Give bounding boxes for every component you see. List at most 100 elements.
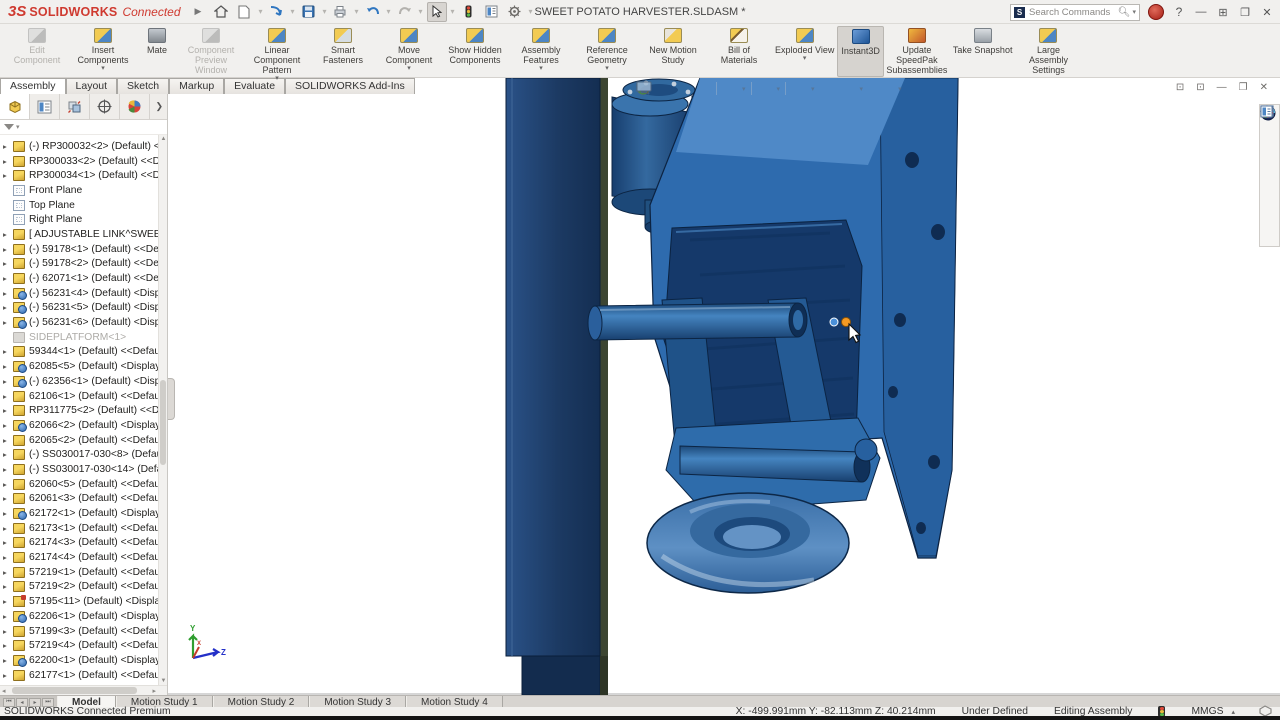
- tab-dimxpertmanager[interactable]: [90, 94, 120, 119]
- doc-restore-icon[interactable]: ❐: [1239, 82, 1248, 93]
- chevron-down-icon[interactable]: ▾: [354, 7, 358, 16]
- command-tab[interactable]: Markup: [169, 78, 224, 94]
- tree-item[interactable]: ▸ 57199<3> (Default) <<Default>_Di: [0, 624, 158, 639]
- tree-item[interactable]: ▸ 62177<1> (Default) <<Default>_Di: [0, 668, 158, 683]
- tree-item[interactable]: ▸ 62174<3> (Default) <<Default>_Di: [0, 536, 158, 551]
- ribbon-button[interactable]: Update SpeedPak Subassemblies: [884, 26, 950, 77]
- expand-arrow-icon[interactable]: ▸: [3, 274, 13, 283]
- doc-minimize-icon[interactable]: —: [1217, 82, 1227, 93]
- expand-arrow-icon[interactable]: ▸: [3, 671, 13, 680]
- tree-item[interactable]: ▸ (-) 59178<1> (Default) <<Default>: [0, 242, 158, 257]
- search-icon[interactable]: 🔍︎: [1118, 7, 1131, 18]
- ribbon-button[interactable]: Insert Components ▾: [70, 26, 136, 77]
- expand-arrow-icon[interactable]: ▸: [3, 406, 13, 415]
- expand-arrow-icon[interactable]: ▸: [3, 465, 13, 474]
- scroll-right-icon[interactable]: ▸: [152, 687, 156, 695]
- tree-item[interactable]: ▸ 57195<11> (Default) <Display Stat: [0, 594, 158, 609]
- expand-arrow-icon[interactable]: ▸: [3, 289, 13, 298]
- select-tool-icon[interactable]: [427, 2, 447, 22]
- chevron-down-icon[interactable]: ▾: [419, 7, 423, 16]
- chevron-down-icon[interactable]: ▾: [811, 85, 815, 93]
- tree-item[interactable]: ▸ (-) SS030017-030<14> (Default) <<: [0, 462, 158, 477]
- tree-item[interactable]: ▸ 62206<1> (Default) <Display State-: [0, 609, 158, 624]
- tree-item[interactable]: ▸ 62060<5> (Default) <<Default>_Di: [0, 477, 158, 492]
- help-icon[interactable]: ?: [1172, 5, 1186, 19]
- expand-arrow-icon[interactable]: ▸: [3, 318, 13, 327]
- expand-arrow-icon[interactable]: ▸: [3, 362, 13, 371]
- command-tab[interactable]: Layout: [66, 78, 118, 94]
- expand-arrow-icon[interactable]: ▸: [3, 627, 13, 636]
- expand-arrow-icon[interactable]: ▸: [3, 494, 13, 503]
- appearances-icon[interactable]: [1261, 207, 1278, 224]
- doc-pane2-icon[interactable]: ⊡: [1196, 82, 1204, 93]
- tree-item[interactable]: ▸ [ ADJUSTABLE LINK^SWEET POTAT: [0, 227, 158, 242]
- custom-properties-icon[interactable]: [1261, 227, 1278, 244]
- print-icon[interactable]: [330, 2, 350, 22]
- ribbon-button[interactable]: Move Component ▾: [376, 26, 442, 77]
- expand-arrow-icon[interactable]: ▸: [3, 392, 13, 401]
- ribbon-button[interactable]: Show Hidden Components: [442, 26, 508, 77]
- expand-arrow-icon[interactable]: ▸: [3, 509, 13, 518]
- apply-scene-icon[interactable]: [840, 81, 855, 96]
- brand-expand-icon[interactable]: ▶: [195, 6, 202, 17]
- chevron-down-icon[interactable]: ▾: [322, 7, 326, 16]
- tree-filter-row[interactable]: ▾: [0, 120, 167, 135]
- tree-item[interactable]: ▸ 57219<2> (Default) <<Default>_Di: [0, 580, 158, 595]
- ribbon-button[interactable]: Smart Fasteners: [310, 26, 376, 77]
- expand-arrow-icon[interactable]: ▸: [3, 421, 13, 430]
- expand-arrow-icon[interactable]: ▸: [3, 582, 13, 591]
- search-commands-box[interactable]: S Search Commands 🔍︎ ▾: [1010, 4, 1140, 21]
- scrollbar-thumb[interactable]: [160, 380, 166, 465]
- expand-arrow-icon[interactable]: ▸: [3, 157, 13, 166]
- command-tab[interactable]: SOLIDWORKS Add-Ins: [285, 78, 415, 94]
- chevron-down-icon[interactable]: ▾: [539, 65, 543, 72]
- chevron-down-icon[interactable]: ▾: [275, 75, 279, 82]
- chevron-down-icon[interactable]: ▾: [742, 85, 746, 93]
- tree-item[interactable]: ▸ (-) 59178<2> (Default) <<Default>: [0, 257, 158, 272]
- file-properties-icon[interactable]: [482, 2, 502, 22]
- expand-arrow-icon[interactable]: ▸: [3, 597, 13, 606]
- display-style-icon[interactable]: [757, 81, 772, 96]
- chevron-up-icon[interactable]: ▴: [1231, 708, 1235, 716]
- tree-item[interactable]: ▸ (-) 62356<1> (Default) <Display Sta: [0, 374, 158, 389]
- close-button[interactable]: ✕: [1260, 6, 1274, 19]
- redo-icon[interactable]: [395, 2, 415, 22]
- tree-item[interactable]: ▸ 62065<2> (Default) <<Default>_Di: [0, 433, 158, 448]
- save-icon[interactable]: [298, 2, 318, 22]
- expand-arrow-icon[interactable]: ▸: [3, 480, 13, 489]
- zoom-area-icon[interactable]: [656, 81, 671, 96]
- panel-splitter-handle[interactable]: [168, 378, 175, 420]
- chevron-down-icon[interactable]: ▾: [605, 65, 609, 72]
- expand-arrow-icon[interactable]: ▸: [3, 377, 13, 386]
- tree-item[interactable]: ▸ RP311775<2> (Default) <<Default>: [0, 403, 158, 418]
- minimize-button[interactable]: —: [1194, 6, 1208, 18]
- chevron-down-icon[interactable]: ▾: [803, 55, 807, 62]
- expand-pane-icon[interactable]: ❯: [150, 94, 167, 119]
- home-icon[interactable]: [211, 2, 231, 22]
- tree-item[interactable]: Right Plane: [0, 212, 158, 227]
- tree-item[interactable]: ▸ 57219<4> (Default) <<Default>_Di: [0, 638, 158, 653]
- tree-item[interactable]: Front Plane: [0, 183, 158, 198]
- home-icon[interactable]: [1261, 127, 1278, 144]
- restore-button[interactable]: ❐: [1238, 6, 1252, 19]
- command-tab[interactable]: Assembly: [0, 78, 66, 94]
- expand-arrow-icon[interactable]: ▸: [3, 245, 13, 254]
- expand-arrow-icon[interactable]: ▸: [3, 230, 13, 239]
- previous-view-icon[interactable]: [676, 81, 691, 96]
- ribbon-button[interactable]: Large Assembly Settings: [1015, 26, 1081, 77]
- chevron-down-icon[interactable]: ▾: [529, 7, 533, 16]
- ribbon-button[interactable]: Instant3D: [837, 26, 884, 77]
- chevron-down-icon[interactable]: ▾: [777, 85, 781, 93]
- view-settings-icon[interactable]: [878, 81, 893, 96]
- graphics-viewport[interactable]: Y Z X ▾ ▾ ▾ ▾ ▾: [168, 78, 1280, 695]
- user-avatar[interactable]: [1148, 4, 1164, 20]
- ribbon-button[interactable]: Take Snapshot: [950, 26, 1016, 77]
- chevron-down-icon[interactable]: ▾: [290, 7, 294, 16]
- ribbon-button[interactable]: Assembly Features ▾: [508, 26, 574, 77]
- tree-item[interactable]: ▸ (-) 56231<5> (Default) <Display Sta: [0, 301, 158, 316]
- expand-arrow-icon[interactable]: ▸: [3, 450, 13, 459]
- tree-horizontal-scrollbar[interactable]: ◂ ▸: [0, 685, 167, 695]
- status-light-icon[interactable]: [459, 2, 479, 22]
- chevron-down-icon[interactable]: ▾: [101, 65, 105, 72]
- folder-icon[interactable]: [1261, 167, 1278, 184]
